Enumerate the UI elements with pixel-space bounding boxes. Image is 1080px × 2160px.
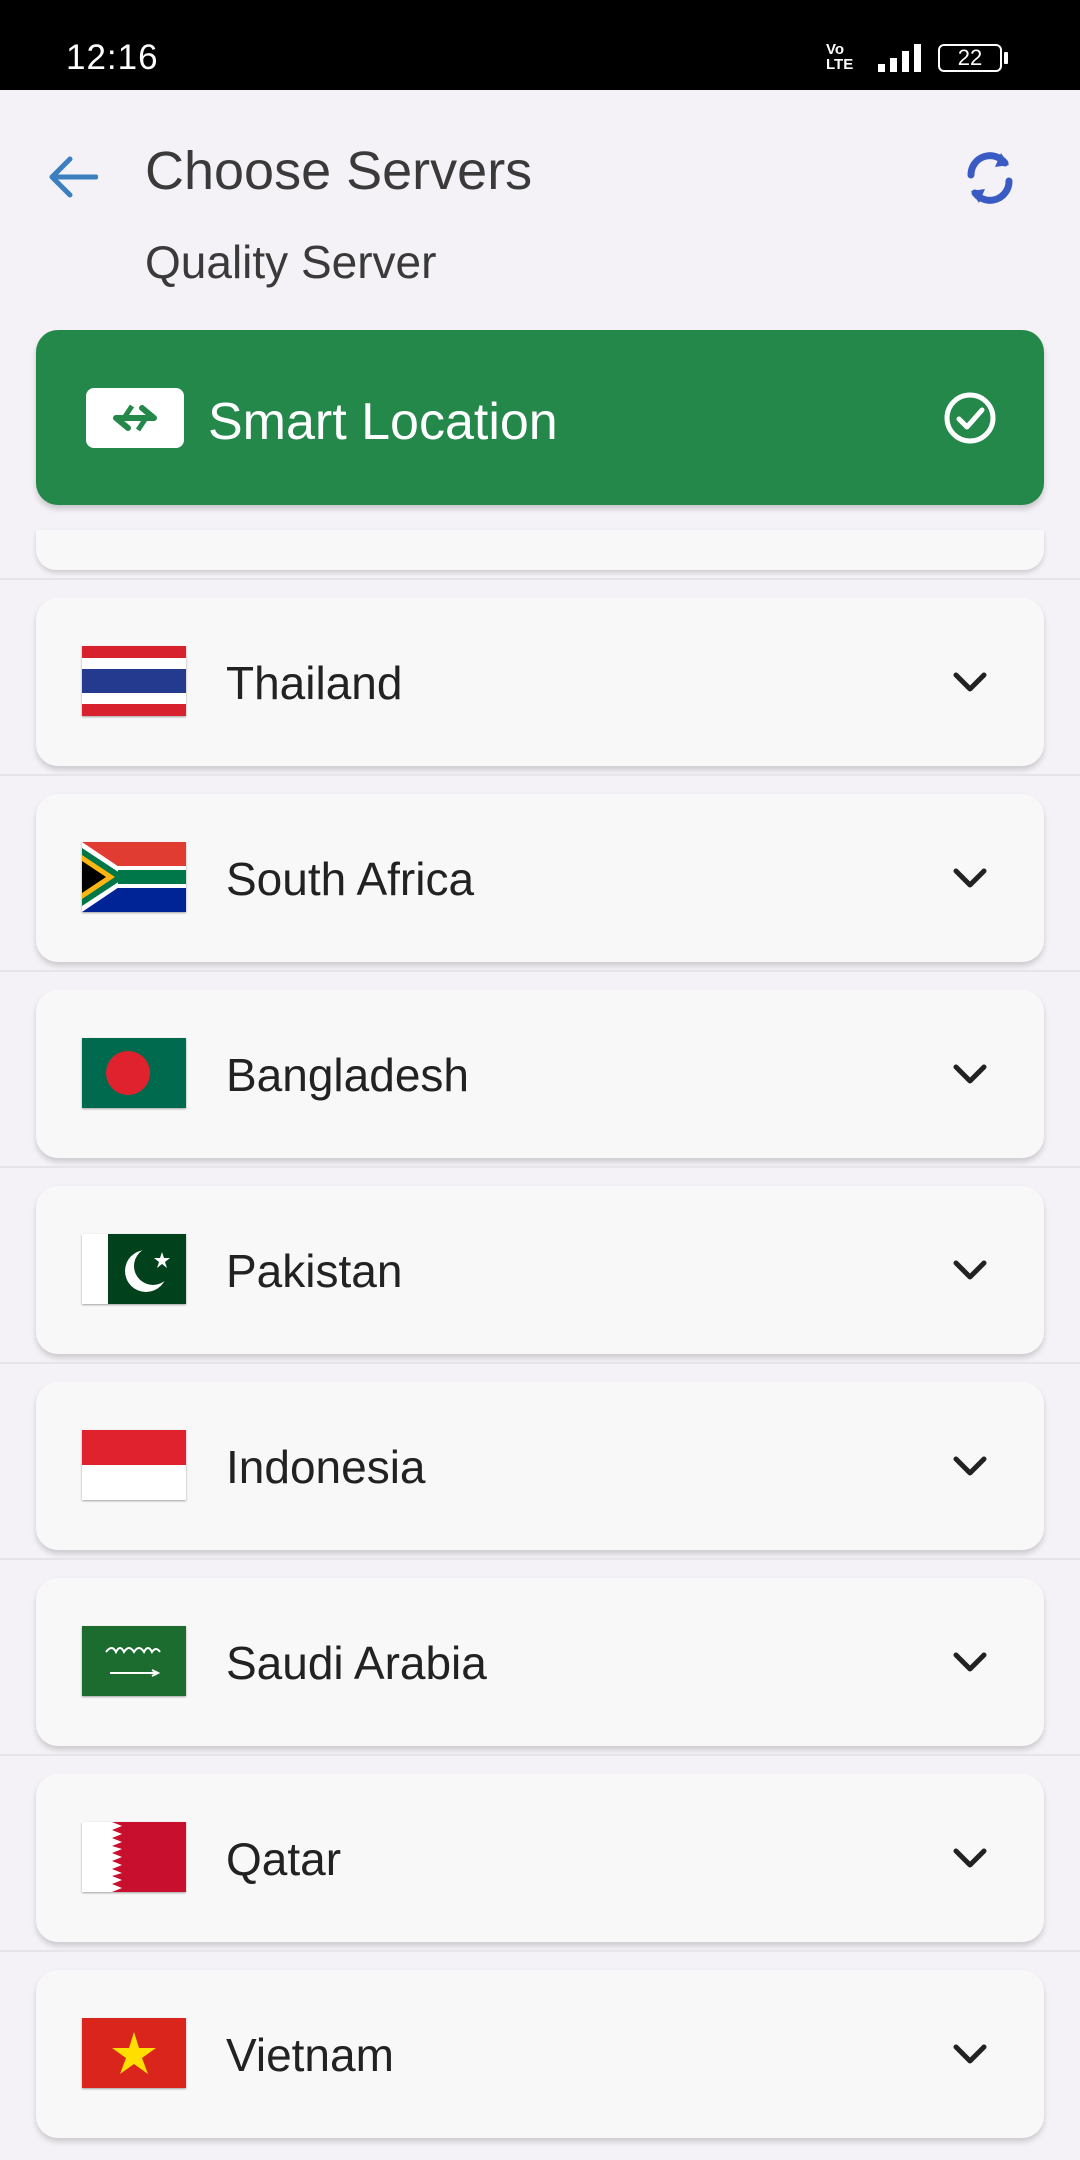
status-time: 12:16 — [66, 38, 159, 77]
server-item-bangladesh[interactable]: Bangladesh — [36, 990, 1044, 1158]
divider — [0, 1166, 1080, 1168]
server-item-vietnam[interactable]: Vietnam — [36, 1970, 1044, 2138]
refresh-icon — [967, 152, 1013, 204]
server-name: Indonesia — [226, 1441, 426, 1493]
server-name: Bangladesh — [226, 1049, 469, 1101]
divider — [0, 578, 1080, 580]
divider — [0, 1362, 1080, 1364]
server-item-qatar[interactable]: Qatar — [36, 1774, 1044, 1942]
server-name: Qatar — [226, 1833, 342, 1885]
thailand-flag-icon — [82, 646, 186, 716]
divider — [0, 1754, 1080, 1756]
saudi-arabia-flag-icon — [82, 1626, 186, 1696]
indonesia-flag-icon — [82, 1430, 186, 1500]
chevron-down-icon[interactable] — [948, 2032, 992, 2076]
check-circle-icon — [944, 392, 996, 444]
smart-location-icon — [86, 388, 184, 448]
smart-location-option[interactable]: Smart Location — [36, 330, 1044, 505]
refresh-button[interactable] — [955, 143, 1025, 213]
volte-indicator: Vo LTE — [826, 41, 854, 73]
chevron-down-icon[interactable] — [948, 1248, 992, 1292]
signal-icon — [878, 44, 921, 72]
battery-level: 22 — [957, 45, 983, 70]
server-item-indonesia[interactable]: Indonesia — [36, 1382, 1044, 1550]
server-name: South Africa — [226, 853, 475, 905]
chevron-down-icon[interactable] — [948, 660, 992, 704]
server-name: Pakistan — [226, 1245, 403, 1297]
server-item-saudi-arabia[interactable]: Saudi Arabia — [36, 1578, 1044, 1746]
pakistan-flag-icon — [82, 1234, 186, 1304]
chevron-down-icon[interactable] — [948, 856, 992, 900]
smart-location-label: Smart Location — [208, 393, 558, 451]
page-title: Choose Servers — [145, 141, 533, 201]
battery-tip — [1004, 52, 1008, 64]
south-africa-flag-icon — [82, 842, 186, 912]
server-name: Thailand — [226, 657, 403, 709]
chevron-down-icon[interactable] — [948, 1052, 992, 1096]
divider — [0, 1558, 1080, 1560]
qatar-flag-icon — [82, 1822, 186, 1892]
divider — [0, 970, 1080, 972]
server-name: Vietnam — [226, 2029, 394, 2081]
chevron-down-icon[interactable] — [948, 1836, 992, 1880]
divider — [0, 1950, 1080, 1952]
list-item-partial[interactable] — [36, 530, 1044, 570]
server-item-south-africa[interactable]: South Africa — [36, 794, 1044, 962]
status-bar: 12:16 Vo LTE 22 — [0, 0, 1080, 90]
arrow-left-icon — [49, 156, 98, 198]
bangladesh-flag-icon — [82, 1038, 186, 1108]
server-item-thailand[interactable]: Thailand — [36, 598, 1044, 766]
server-name: Saudi Arabia — [226, 1637, 487, 1689]
back-button[interactable] — [40, 145, 104, 209]
divider — [0, 774, 1080, 776]
page-subtitle: Quality Server — [145, 236, 437, 288]
battery-icon: 22 — [938, 44, 1002, 72]
vietnam-flag-icon — [82, 2018, 186, 2088]
chevron-down-icon[interactable] — [948, 1640, 992, 1684]
server-item-pakistan[interactable]: Pakistan — [36, 1186, 1044, 1354]
chevron-down-icon[interactable] — [948, 1444, 992, 1488]
